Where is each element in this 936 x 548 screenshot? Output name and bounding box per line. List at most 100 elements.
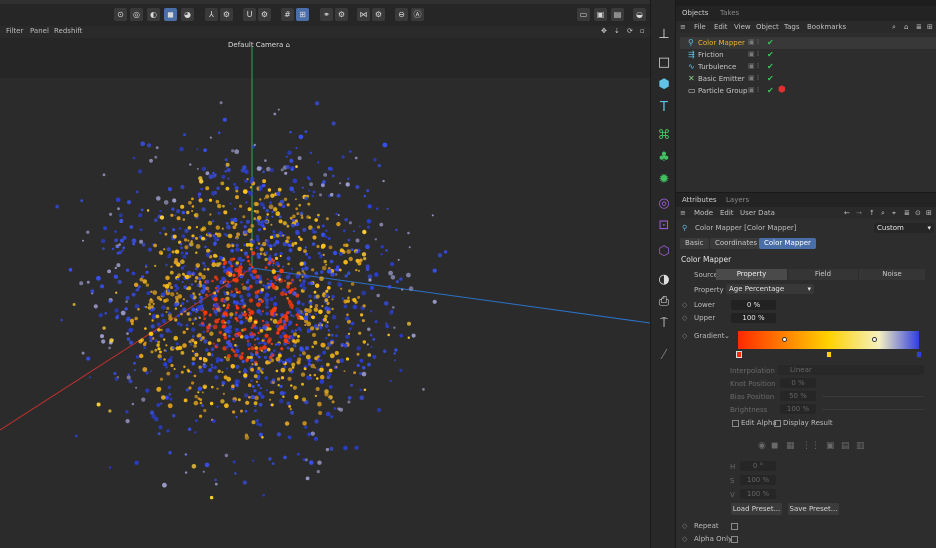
kelvin-mode-icon[interactable]: ▥: [856, 441, 865, 451]
hamburger-icon[interactable]: ≡: [680, 23, 686, 31]
search-icon[interactable]: ⌕: [881, 209, 885, 218]
teapot-icon[interactable]: ◒: [633, 8, 646, 21]
model-mode-icon[interactable]: ◐: [147, 8, 160, 21]
home-icon[interactable]: ⌂: [904, 23, 908, 31]
snap-settings-icon[interactable]: ⚙: [258, 8, 271, 21]
grid-snap-icon[interactable]: #: [281, 8, 294, 21]
symmetry-icon[interactable]: ⋈: [357, 8, 370, 21]
color-image-icon[interactable]: ▦: [786, 441, 795, 451]
bookmark-icon[interactable]: ⌖: [892, 209, 896, 218]
tab-takes[interactable]: Takes: [720, 9, 739, 17]
viewport-menu-panel[interactable]: Panel: [30, 27, 49, 35]
workplane-icon[interactable]: ⊞: [296, 8, 309, 21]
text-icon[interactable]: T: [656, 100, 672, 116]
keyframe-diamond-icon[interactable]: ◇: [682, 314, 687, 322]
maximize-icon[interactable]: ▫: [640, 27, 645, 35]
object-mode-icon[interactable]: ◼: [164, 8, 177, 21]
keyframe-diamond-icon[interactable]: ◇: [682, 522, 687, 530]
hsv-mode-icon[interactable]: ▤: [841, 441, 850, 451]
axis-icon[interactable]: ⅄: [205, 8, 218, 21]
square-icon[interactable]: □: [656, 55, 672, 71]
property-dropdown[interactable]: Age Percentage ▾: [726, 284, 814, 294]
enabled-check-icon[interactable]: ✔: [767, 50, 774, 59]
move-view-icon[interactable]: ⇣: [614, 27, 620, 35]
keyframe-diamond-icon[interactable]: ◇: [682, 332, 687, 340]
source-field-button[interactable]: Field: [788, 269, 858, 280]
rotate-view-icon[interactable]: ⟳: [627, 27, 633, 35]
object-row-basic-emitter[interactable]: ✕ Basic Emitter ▣ ⁞ ✔: [680, 73, 936, 85]
repeat-checkbox[interactable]: [731, 523, 738, 530]
visibility-dots-icon[interactable]: ▣ ⁞: [748, 38, 759, 46]
tab-layers[interactable]: Layers: [726, 196, 749, 204]
tab-attributes[interactable]: Attributes: [682, 196, 717, 204]
picture-viewer-icon[interactable]: ▭: [577, 8, 590, 21]
coordinate-icon[interactable]: ⊥: [656, 27, 672, 43]
objects-menu-edit[interactable]: Edit: [714, 23, 728, 31]
upper-field[interactable]: 100 %: [731, 313, 776, 323]
render-view-icon[interactable]: ⊖: [395, 8, 408, 21]
viewport-menu-filter[interactable]: Filter: [6, 27, 23, 35]
chevron-down-icon[interactable]: ⌄: [724, 332, 730, 340]
field-icon[interactable]: ◎: [656, 196, 672, 212]
up-arrow-icon[interactable]: ↑: [869, 209, 875, 217]
render-settings-icon[interactable]: Ⓐ: [411, 8, 424, 21]
objects-menu-tags[interactable]: Tags: [784, 23, 800, 31]
cube-icon[interactable]: ⬢: [656, 77, 672, 93]
camera-tool-icon[interactable]: ⎙: [656, 294, 672, 310]
attributes-menu-user-data[interactable]: User Data: [740, 209, 775, 217]
gradient-bias-knob[interactable]: [872, 337, 877, 342]
symmetry-settings-icon[interactable]: ⚙: [372, 8, 385, 21]
gradient-bias-knob[interactable]: [782, 337, 787, 342]
viewport[interactable]: Default Camera ⌂: [0, 38, 650, 548]
objects-menu-bookmarks[interactable]: Bookmarks: [807, 23, 846, 31]
enabled-check-icon[interactable]: ✔: [767, 38, 774, 47]
deformer-icon[interactable]: ✹: [656, 172, 672, 188]
gradient-knot[interactable]: [826, 351, 832, 358]
lock-settings-icon[interactable]: ⚙: [335, 8, 348, 21]
visibility-dots-icon[interactable]: ▣ ⁞: [748, 86, 759, 94]
edit-alpha-checkbox[interactable]: [732, 420, 739, 427]
tab-coordinates[interactable]: Coordinates: [710, 238, 763, 249]
undo-icon[interactable]: ⊙: [114, 8, 127, 21]
hamburger-icon[interactable]: ≡: [680, 209, 686, 217]
alpha-only-checkbox[interactable]: [731, 536, 738, 543]
objects-menu-file[interactable]: File: [694, 23, 706, 31]
pan-icon[interactable]: ✥: [601, 27, 607, 35]
lock-icon[interactable]: ⚭: [320, 8, 333, 21]
rgb-mode-icon[interactable]: ▣: [826, 441, 835, 451]
gradient-knot[interactable]: [736, 351, 742, 358]
lock-icon[interactable]: ⊙: [915, 209, 921, 217]
enabled-check-icon[interactable]: ✔: [767, 74, 774, 83]
gradient-knot[interactable]: [916, 351, 922, 358]
new-window-icon[interactable]: ⊞: [926, 209, 932, 217]
magnet-icon[interactable]: U: [243, 8, 256, 21]
texture-mode-icon[interactable]: ◕: [181, 8, 194, 21]
enabled-check-icon[interactable]: ✔: [767, 86, 774, 95]
axis-settings-icon[interactable]: ⚙: [220, 8, 233, 21]
bias-position-field[interactable]: 50 %: [780, 391, 816, 401]
enabled-check-icon[interactable]: ✔: [767, 62, 774, 71]
tab-color-mapper[interactable]: Color Mapper: [759, 238, 816, 249]
lower-field[interactable]: 0 %: [731, 300, 776, 310]
viewport-menu-redshift[interactable]: Redshift: [54, 27, 82, 35]
render-region-icon[interactable]: ▣: [594, 8, 607, 21]
color-wheel-icon[interactable]: ◉: [758, 441, 766, 451]
object-row-turbulence[interactable]: ∿ Turbulence ▣ ⁞ ✔: [680, 61, 936, 73]
objects-menu-object[interactable]: Object: [756, 23, 779, 31]
new-window-icon[interactable]: ⊞: [927, 23, 933, 31]
search-icon[interactable]: ⌕: [892, 23, 896, 32]
color-spectrum-icon[interactable]: ◼: [771, 441, 778, 451]
gradient-bar[interactable]: [738, 331, 919, 349]
keyframe-diamond-icon[interactable]: ◇: [682, 535, 687, 543]
visibility-dots-icon[interactable]: ▣ ⁞: [748, 50, 759, 58]
forward-arrow-icon[interactable]: →: [856, 209, 862, 217]
attributes-menu-edit[interactable]: Edit: [720, 209, 734, 217]
display-result-checkbox[interactable]: [774, 420, 781, 427]
tab-objects[interactable]: Objects: [682, 9, 708, 17]
generator-icon[interactable]: ⌘: [656, 128, 672, 144]
brightness-field[interactable]: 100 %: [780, 404, 816, 414]
attributes-menu-mode[interactable]: Mode: [694, 209, 713, 217]
color-palette-icon[interactable]: ⋮⋮: [802, 441, 820, 451]
back-arrow-icon[interactable]: ←: [844, 209, 850, 217]
filter-icon[interactable]: ≣: [904, 209, 910, 217]
